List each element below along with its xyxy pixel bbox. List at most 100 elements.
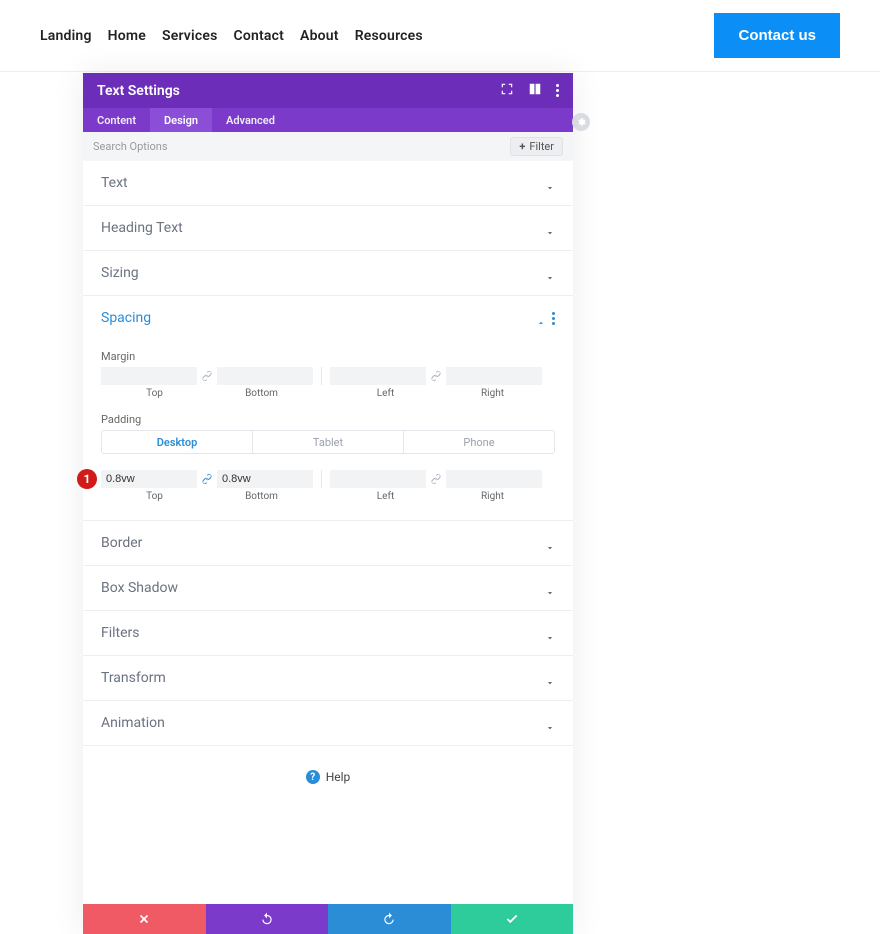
section-label: Filters [101,625,140,641]
chevron-down-icon [545,538,555,548]
label-right: Right [439,491,546,502]
panel-body: Text Heading Text Sizing Spacing Margin [83,161,573,904]
section-heading-text[interactable]: Heading Text [83,206,573,251]
cancel-button[interactable] [83,904,206,934]
nav-landing[interactable]: Landing [40,28,92,44]
help-icon: ? [306,770,320,784]
redo-button[interactable] [328,904,451,934]
chevron-down-icon [545,718,555,728]
help-label: Help [326,770,351,784]
redo-icon [382,912,396,926]
more-icon[interactable] [556,84,559,97]
chevron-down-icon [545,223,555,233]
section-spacing[interactable]: Spacing [83,296,573,340]
link-icon[interactable] [199,470,215,488]
panel-header: Text Settings [83,73,573,108]
divider [321,367,322,385]
margin-inputs [101,367,555,385]
section-label: Text [101,175,128,191]
expand-icon[interactable] [500,82,514,100]
chevron-up-icon [536,313,546,323]
search-row: Search Options +Filter [83,132,573,161]
chevron-down-icon [545,178,555,188]
padding-label: Padding [101,413,555,426]
margin-top-input[interactable] [101,367,197,385]
label-right: Right [439,388,546,399]
label-top: Top [101,388,208,399]
gear-icon[interactable] [572,113,590,131]
close-icon [137,912,151,926]
padding-right-input[interactable] [446,470,542,488]
panel-header-actions [500,82,559,100]
nav-contact[interactable]: Contact [234,28,285,44]
contact-us-button[interactable]: Contact us [714,13,840,58]
link-icon[interactable] [428,470,444,488]
device-tab-phone[interactable]: Phone [403,431,554,453]
panel-footer-actions [83,904,573,934]
padding-top-input[interactable] [101,470,197,488]
chevron-down-icon [545,268,555,278]
device-tab-tablet[interactable]: Tablet [252,431,403,453]
section-box-shadow[interactable]: Box Shadow [83,566,573,611]
columns-icon[interactable] [528,82,542,100]
section-label: Border [101,535,142,551]
undo-icon [260,912,274,926]
label-left: Left [332,388,439,399]
nav-services[interactable]: Services [162,28,218,44]
settings-panel: Text Settings Content Design Advanced Se… [83,73,573,934]
undo-button[interactable] [206,904,329,934]
search-input[interactable]: Search Options [93,140,168,153]
section-transform[interactable]: Transform [83,656,573,701]
label-top: Top [101,491,208,502]
top-nav-bar: Landing Home Services Contact About Reso… [0,0,880,72]
section-more-icon[interactable] [552,312,555,325]
spacer [83,796,573,904]
section-label: Heading Text [101,220,183,236]
chevron-down-icon [545,583,555,593]
section-animation[interactable]: Animation [83,701,573,746]
device-tabs: Desktop Tablet Phone [101,430,555,454]
chevron-down-icon [545,673,555,683]
label-left: Left [332,491,439,502]
filter-button[interactable]: +Filter [510,137,563,156]
link-icon[interactable] [199,367,215,385]
section-label: Box Shadow [101,580,178,596]
tab-design[interactable]: Design [150,108,212,132]
panel-tabs: Content Design Advanced [83,108,573,132]
section-sizing[interactable]: Sizing [83,251,573,296]
margin-left-input[interactable] [330,367,426,385]
link-icon[interactable] [428,367,444,385]
spacing-body: Margin TopBottom LeftRight Pa [83,340,573,521]
chevron-down-icon [545,628,555,638]
section-filters[interactable]: Filters [83,611,573,656]
section-border[interactable]: Border [83,521,573,566]
padding-inputs [101,470,555,488]
plus-icon: + [519,140,525,153]
margin-bottom-input[interactable] [217,367,313,385]
margin-right-input[interactable] [446,367,542,385]
padding-bottom-input[interactable] [217,470,313,488]
divider [321,470,322,488]
nav-home[interactable]: Home [108,28,146,44]
help-row[interactable]: ? Help [83,746,573,796]
label-bottom: Bottom [208,491,315,502]
check-icon [505,912,519,926]
nav-about[interactable]: About [300,28,339,44]
section-label: Spacing [101,310,151,326]
tab-advanced[interactable]: Advanced [212,108,289,132]
label-bottom: Bottom [208,388,315,399]
panel-title: Text Settings [97,83,180,99]
section-label: Sizing [101,265,139,281]
padding-side-labels: TopBottom LeftRight [101,491,555,502]
save-button[interactable] [451,904,574,934]
callout-badge: 1 [77,469,97,489]
section-label: Animation [101,715,165,731]
tab-content[interactable]: Content [83,108,150,132]
section-text[interactable]: Text [83,161,573,206]
nav-resources[interactable]: Resources [355,28,423,44]
margin-label: Margin [101,350,555,363]
device-tab-desktop[interactable]: Desktop [102,431,252,453]
margin-side-labels: TopBottom LeftRight [101,388,555,399]
padding-left-input[interactable] [330,470,426,488]
site-nav: Landing Home Services Contact About Reso… [40,28,423,44]
